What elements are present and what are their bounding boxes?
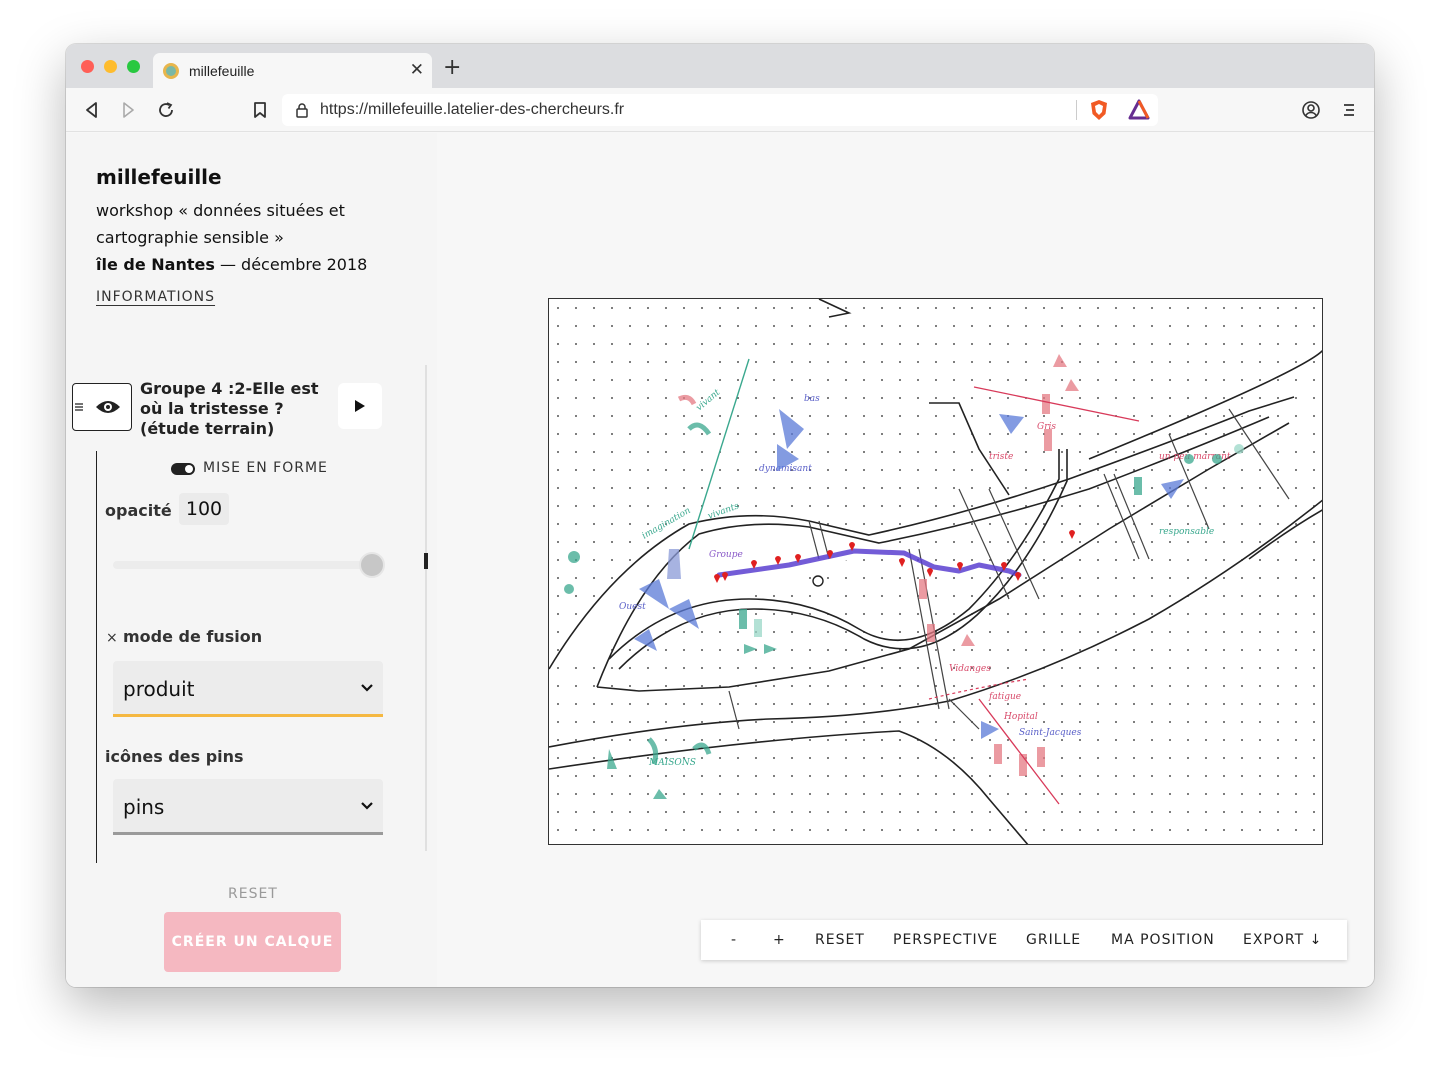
layer-settings: MISE EN FORME opacité 100 × mode de fusi…	[96, 451, 396, 863]
blend-mode-value: produit	[123, 677, 195, 701]
pins-icons-value: pins	[123, 795, 165, 819]
pins-icons-label: icônes des pins	[105, 747, 244, 766]
minimize-window-button[interactable]	[104, 60, 117, 73]
forward-icon[interactable]	[118, 100, 138, 120]
create-layer-button[interactable]: CRÉER UN CALQUE	[164, 912, 341, 972]
map-drawing: vivant dynamisant bas imagination vivant…	[549, 299, 1322, 844]
brave-rewards-icon[interactable]	[1128, 99, 1150, 121]
address-bar[interactable]: https://millefeuille.latelier-des-cherch…	[282, 94, 1158, 126]
app-place: île de Nantes — décembre 2018	[96, 251, 367, 278]
url-text: https://millefeuille.latelier-des-cherch…	[320, 101, 625, 118]
roundabout-marker	[812, 575, 824, 587]
export-button[interactable]: EXPORT ↓	[1243, 932, 1322, 948]
opacity-label: opacité	[105, 501, 172, 520]
browser-toolbar: https://millefeuille.latelier-des-cherch…	[66, 88, 1374, 132]
my-position-button[interactable]: MA POSITION	[1111, 932, 1215, 948]
maximize-window-button[interactable]	[127, 60, 140, 73]
place-name: île de Nantes	[96, 255, 215, 274]
opacity-slider-thumb[interactable]	[359, 552, 385, 578]
close-window-button[interactable]	[81, 60, 94, 73]
sidebar: millefeuille workshop « données situées …	[66, 133, 437, 987]
svg-text:Hopital: Hopital	[1003, 712, 1038, 722]
remove-blend-icon[interactable]: ×	[106, 630, 118, 646]
blend-mode-select[interactable]: produit	[113, 661, 383, 717]
app-subtitle: workshop « données situées et cartograph…	[96, 201, 345, 247]
lock-icon	[296, 103, 308, 118]
place-date: — décembre 2018	[214, 255, 368, 274]
svg-text:responsable: responsable	[1159, 527, 1214, 537]
svg-text:triste: triste	[989, 452, 1013, 462]
sidebar-scrollbar-thumb[interactable]	[424, 553, 428, 569]
sidebar-scrollbar[interactable]	[425, 365, 427, 851]
chevron-down-icon	[361, 684, 373, 692]
app-title: millefeuille	[96, 165, 222, 189]
layer-visibility-button[interactable]	[72, 383, 132, 431]
tab-title: millefeuille	[189, 63, 255, 79]
format-toggle-label: MISE EN FORME	[203, 460, 328, 476]
reload-icon[interactable]	[156, 100, 176, 120]
tab-millefeuille[interactable]: millefeuille ✕	[153, 53, 432, 88]
svg-text:Saint-Jacques: Saint-Jacques	[1019, 728, 1082, 738]
grid-button[interactable]: GRILLE	[1026, 932, 1081, 948]
layer-name: Groupe 4 :2-Elle est où la tristesse ? (…	[140, 379, 319, 438]
play-icon	[355, 400, 365, 412]
opacity-input[interactable]: 100	[179, 493, 229, 525]
svg-text:Groupe: Groupe	[709, 550, 743, 560]
svg-text:fatigue: fatigue	[988, 692, 1021, 702]
reset-layers-button[interactable]: RESET	[228, 886, 278, 902]
url-separator	[1076, 100, 1077, 120]
back-icon[interactable]	[82, 100, 102, 120]
chevron-down-icon	[361, 802, 373, 810]
map-toolbar: - + RESET PERSPECTIVE GRILLE MA POSITION…	[701, 920, 1347, 960]
map-reset-button[interactable]: RESET	[815, 932, 865, 948]
perspective-button[interactable]: PERSPECTIVE	[893, 932, 998, 948]
browser-window: millefeuille ✕ + https://millefeuille.la…	[66, 44, 1374, 987]
play-button[interactable]	[338, 383, 382, 429]
profile-icon[interactable]	[1301, 100, 1321, 120]
informations-link[interactable]: INFORMATIONS	[96, 289, 215, 305]
favicon-icon	[163, 63, 179, 79]
svg-text:Ouest: Ouest	[619, 602, 646, 612]
drag-handle-icon[interactable]	[73, 398, 85, 416]
zoom-in-button[interactable]: +	[773, 932, 786, 948]
pins-icons-select[interactable]: pins	[113, 779, 383, 835]
brave-shield-icon[interactable]	[1088, 99, 1110, 121]
svg-text:Vidanges: Vidanges	[949, 664, 991, 674]
tab-close-icon[interactable]: ✕	[410, 60, 424, 80]
bookmark-icon[interactable]	[250, 100, 270, 120]
eye-icon	[96, 401, 120, 413]
zoom-out-button[interactable]: -	[731, 932, 737, 948]
app-content: millefeuille workshop « données situées …	[66, 133, 1374, 987]
svg-text:bas: bas	[804, 394, 820, 404]
blend-mode-label: mode de fusion	[123, 627, 263, 646]
map-view[interactable]: vivant dynamisant bas imagination vivant…	[548, 298, 1323, 845]
format-toggle[interactable]	[171, 463, 195, 475]
tab-bar: millefeuille ✕ +	[66, 44, 1374, 88]
menu-icon[interactable]	[1339, 100, 1359, 120]
new-tab-icon[interactable]: +	[443, 57, 461, 79]
opacity-slider[interactable]	[113, 561, 379, 569]
